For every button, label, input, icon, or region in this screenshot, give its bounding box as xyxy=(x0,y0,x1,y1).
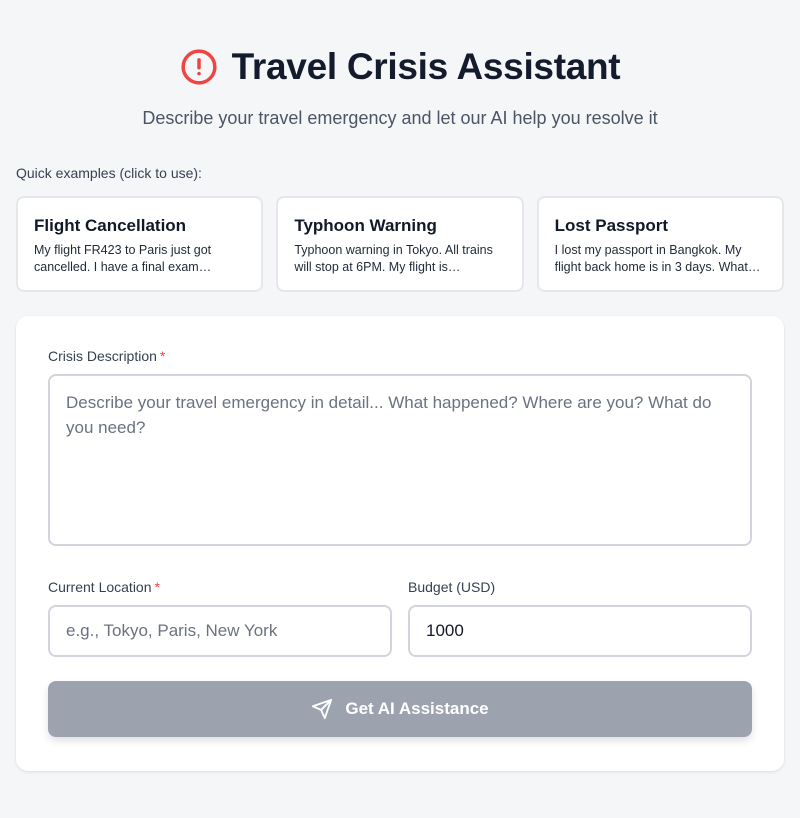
example-card-lost-passport[interactable]: Lost Passport I lost my passport in Bang… xyxy=(536,196,784,292)
current-location-input[interactable] xyxy=(48,605,392,657)
location-field: Current Location * xyxy=(48,579,392,657)
budget-field: Budget (USD) xyxy=(408,579,752,657)
example-title: Lost Passport xyxy=(554,216,669,235)
submit-label: Get AI Assistance xyxy=(345,699,489,718)
example-title: Flight Cancellation xyxy=(34,216,187,235)
example-text: I lost my passport in Bangkok. My flight… xyxy=(554,243,748,274)
required-marker: * xyxy=(154,579,160,595)
example-card-typhoon-warning[interactable]: Typhoon Warning Typhoon warning in Tokyo… xyxy=(276,196,524,292)
example-text: My flight FR423 to Paris just got cancel… xyxy=(34,243,212,274)
budget-label: Budget (USD) xyxy=(408,579,496,595)
crisis-description-input[interactable] xyxy=(48,374,752,546)
required-marker: * xyxy=(159,348,166,364)
example-card-flight-cancellation[interactable]: Flight Cancellation My flight FR423 to P… xyxy=(16,196,264,292)
page-subtitle: Describe your travel emergency and let o… xyxy=(142,108,658,128)
alert-circle-icon xyxy=(180,48,218,86)
examples-list: Flight Cancellation My flight FR423 to P… xyxy=(16,196,784,292)
example-text: Typhoon warning in Tokyo. All trains wil… xyxy=(294,243,493,274)
crisis-description-label: Crisis Description * xyxy=(48,348,752,364)
budget-input[interactable] xyxy=(408,605,752,657)
header: Travel Crisis Assistant Describe your tr… xyxy=(0,0,800,129)
current-location-label-text: Current Location xyxy=(48,579,152,595)
example-title: Typhoon Warning xyxy=(294,216,437,235)
current-location-label: Current Location * xyxy=(48,579,392,595)
location-budget-row: Current Location* Budget (USD) xyxy=(48,579,752,657)
crisis-description-label-text: Crisis Description xyxy=(48,348,157,364)
examples-label: Quick examples (click to use): xyxy=(16,165,202,181)
page: Travel Crisis Assistant Describe your tr… xyxy=(0,0,800,818)
crisis-form: Crisis Description* Current Location* Bu… xyxy=(16,316,784,771)
page-title: Travel Crisis Assistant xyxy=(231,46,621,87)
send-icon xyxy=(311,698,333,720)
get-ai-assistance-button[interactable]: Get AI Assistance xyxy=(48,681,752,737)
title-row: Travel Crisis Assistant xyxy=(0,46,800,88)
